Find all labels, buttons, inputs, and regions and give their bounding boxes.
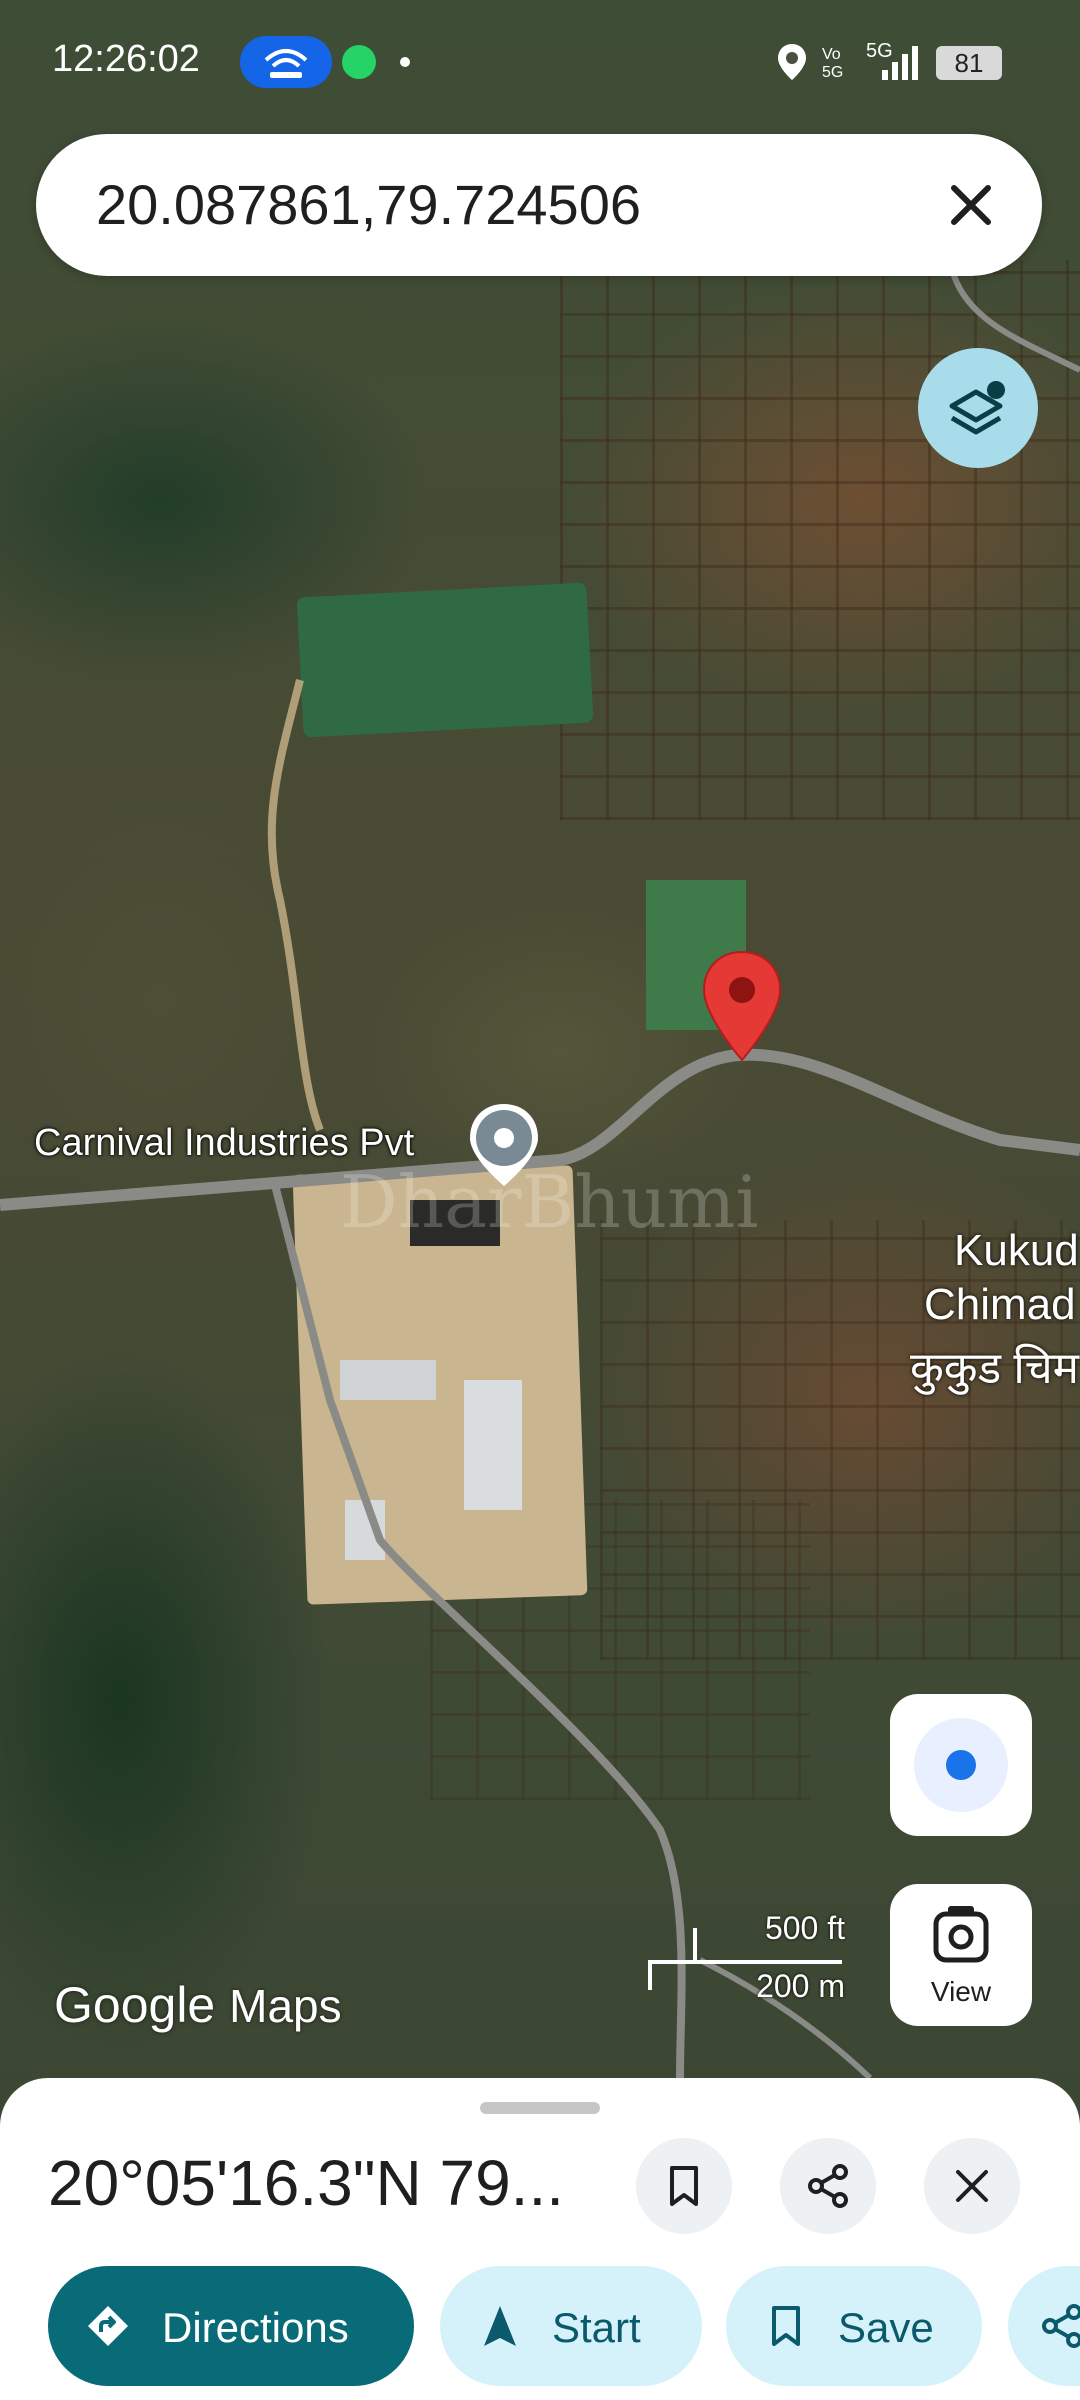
my-location-ring (914, 1718, 1008, 1812)
view-lens-button[interactable]: View (890, 1884, 1032, 2026)
close-sheet-button[interactable] (924, 2138, 1020, 2234)
village-label-line2[interactable]: Chimad (924, 1280, 1076, 1330)
drag-handle[interactable] (480, 2102, 600, 2114)
my-location-icon (946, 1750, 976, 1780)
start-button[interactable]: Start (440, 2266, 702, 2386)
share-button[interactable] (780, 2138, 876, 2234)
bookmark-button[interactable] (636, 2138, 732, 2234)
start-label: Start (552, 2304, 641, 2351)
navigation-arrow-icon (484, 2306, 516, 2346)
search-input[interactable]: 20.087861,79.724506 (96, 172, 641, 237)
signal-icon (882, 46, 918, 80)
village-label-line1[interactable]: Kukud (954, 1226, 1079, 1276)
layers-button[interactable] (918, 348, 1038, 468)
save-label: Save (838, 2304, 934, 2351)
directions-icon (88, 2306, 128, 2346)
layers-icon (949, 381, 1005, 435)
wifi-hotspot-icon (264, 49, 308, 78)
google-wordmark: Google (54, 1977, 216, 2033)
clock: 12:26:02 (52, 38, 200, 80)
battery-indicator: 81 (936, 46, 1002, 80)
share-icon (808, 2164, 848, 2208)
directions-button[interactable]: Directions (48, 2266, 414, 2386)
scale-bar: 500 ft 200 m (645, 1910, 845, 2004)
my-location-button[interactable] (890, 1694, 1032, 1836)
google-maps-attribution: Google Maps (54, 1976, 342, 2034)
close-icon (951, 185, 991, 225)
status-bar: 12:26:02 Vo 5G 5G 81 (0, 0, 1080, 130)
camera-lens-icon (933, 1906, 989, 1963)
place-label[interactable]: Carnival Industries Pvt (34, 1122, 414, 1165)
hotspot-indicator (240, 36, 332, 88)
coordinates-title: 20°05'16.3"N 79... (48, 2147, 564, 2219)
view-label: View (930, 1976, 992, 2007)
close-icon (956, 2170, 988, 2202)
share-chip-button[interactable] (1008, 2266, 1080, 2386)
maps-wordmark: Maps (229, 1980, 342, 2032)
bookmark-icon (772, 2306, 800, 2346)
village-label-line3[interactable]: कुकुड चिम (910, 1336, 1079, 1396)
location-status-icon (776, 42, 808, 89)
save-button[interactable]: Save (726, 2266, 982, 2386)
share-icon (1042, 2304, 1080, 2348)
clear-search-button[interactable] (930, 164, 1012, 246)
volte-label: Vo 5G (822, 46, 844, 81)
scale-m-label: 200 m (756, 1968, 845, 2004)
watermark-text: DharBhumi (340, 1160, 759, 1244)
directions-label: Directions (162, 2304, 349, 2351)
bookmark-icon (670, 2166, 698, 2206)
notification-dot (400, 57, 410, 67)
action-chips: Directions Start Save (48, 2266, 1080, 2386)
place-bottom-sheet[interactable]: 20°05'16.3"N 79... Directions Start Save (0, 2078, 1080, 2400)
search-bar[interactable]: 20.087861,79.724506 (36, 134, 1042, 276)
whatsapp-icon (342, 45, 376, 79)
red-pin-marker[interactable] (700, 950, 784, 1062)
